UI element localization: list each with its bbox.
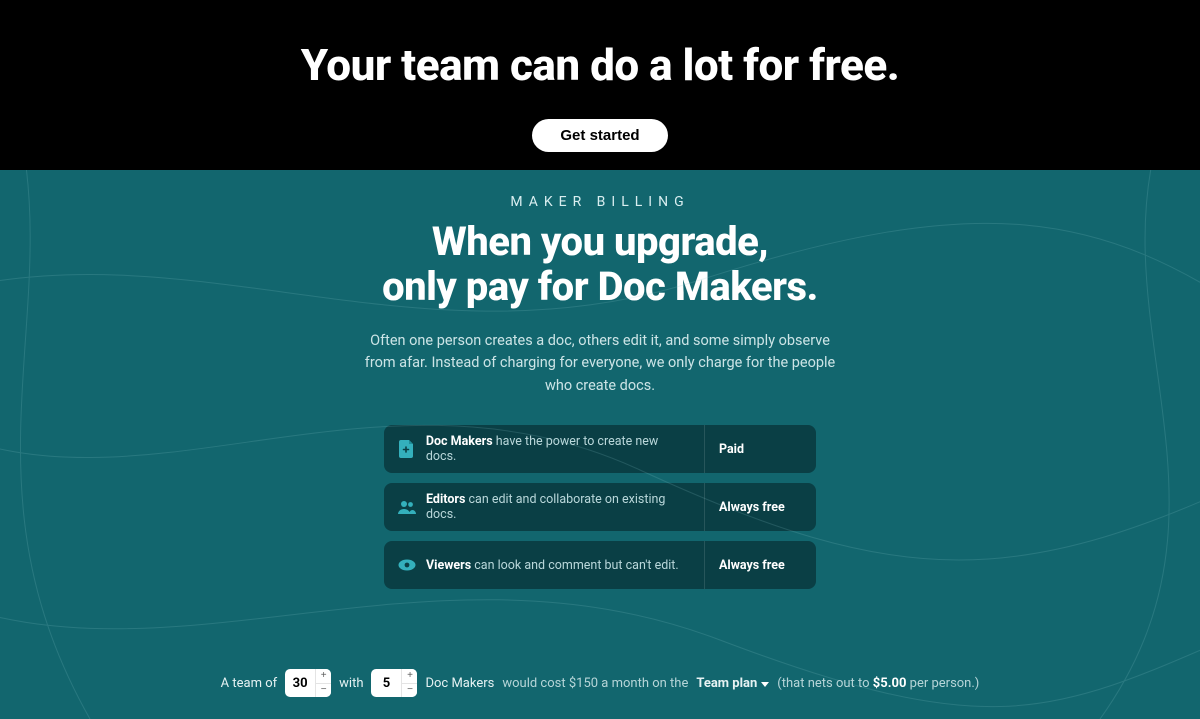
role-row-editors: Editors can edit and collaborate on exis… [384,483,816,531]
billing-headline: When you upgrade, only pay for Doc Maker… [382,220,818,310]
billing-section: MAKER BILLING When you upgrade, only pay… [0,170,1200,719]
makers-value: 5 [371,669,401,697]
role-text: Editors can edit and collaborate on exis… [426,492,690,522]
team-size-stepper[interactable]: 30 + − [285,669,331,697]
hero-section: Your team can do a lot for free. Get sta… [0,0,1200,170]
team-size-dec[interactable]: − [316,684,331,698]
makers-inc[interactable]: + [402,669,417,684]
role-price: Always free [704,541,816,589]
billing-eyebrow: MAKER BILLING [510,194,689,210]
role-text: Doc Makers have the power to create new … [426,434,690,464]
eye-icon [398,556,416,574]
hero-headline: Your team can do a lot for free. [301,39,900,91]
makers-stepper[interactable]: 5 + − [371,669,417,697]
role-price: Always free [704,483,816,531]
doc-icon [398,440,416,458]
role-price: Paid [704,425,816,473]
get-started-button[interactable]: Get started [532,119,667,152]
plan-dropdown[interactable]: Team plan [696,676,769,691]
role-row-doc-makers: Doc Makers have the power to create new … [384,425,816,473]
billing-subhead: Often one person creates a doc, others e… [360,330,840,397]
people-icon [398,498,416,516]
role-row-viewers: Viewers can look and comment but can't e… [384,541,816,589]
pricing-calculator: A team of 30 + − with 5 + − Doc Makers w… [0,669,1200,697]
chevron-down-icon [761,682,769,687]
team-size-inc[interactable]: + [316,669,331,684]
makers-dec[interactable]: − [402,684,417,698]
roles-list: Doc Makers have the power to create new … [384,425,816,589]
team-size-value: 30 [285,669,315,697]
role-text: Viewers can look and comment but can't e… [426,558,679,573]
